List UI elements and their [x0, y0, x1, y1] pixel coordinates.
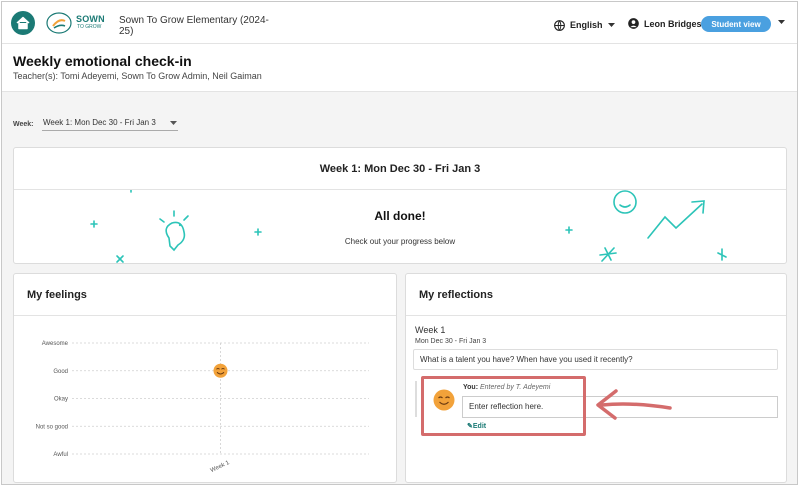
student-view-badge[interactable]: Student view	[701, 16, 771, 32]
reflections-card: My reflections Week 1 Mon Dec 30 - Fri J…	[405, 273, 787, 483]
thread-line	[415, 381, 417, 417]
feelings-card-header: My feelings	[14, 274, 396, 316]
y-tick-label: Awful	[53, 452, 68, 458]
star-icon	[599, 247, 617, 262]
language-label: English	[570, 20, 603, 30]
reflection-dates: Mon Dec 30 - Fri Jan 3	[415, 338, 487, 345]
home-button[interactable]	[11, 11, 35, 35]
app-window: SOWN TO GROW Sown To Grow Elementary (20…	[1, 1, 798, 485]
language-selector[interactable]: English	[554, 18, 615, 32]
chevron-down-icon	[607, 23, 615, 27]
feelings-chart: Awesome Good Okay Not so good Awful Week 1	[36, 341, 369, 474]
week-select[interactable]: Week 1: Mon Dec 30 - Fri Jan 3	[42, 117, 178, 131]
y-tick-label: Not so good	[36, 424, 68, 430]
y-tick-label: Good	[53, 369, 68, 375]
globe-icon	[554, 19, 565, 31]
page-title: Weekly emotional check-in	[13, 53, 192, 69]
progress-subtitle: Check out your progress below	[344, 237, 456, 246]
reflection-question: What is a talent you have? When have you…	[413, 349, 778, 370]
week-label: Week:	[13, 121, 34, 128]
x-tick-label: Week 1	[210, 460, 231, 474]
sparkle-icon	[254, 228, 262, 236]
highlight-box	[421, 376, 586, 436]
top-bar: SOWN TO GROW Sown To Grow Elementary (20…	[2, 2, 797, 45]
reflection-week: Week 1	[415, 325, 446, 335]
chevron-down-icon[interactable]	[778, 20, 785, 24]
pointer-arrow-icon	[596, 389, 672, 420]
reflections-title: My reflections	[419, 289, 493, 301]
feelings-card: My feelings Awesome Good Okay Not so good Aw…	[13, 273, 397, 483]
banner-week-heading: Week 1: Mon Dec 30 - Fri Jan 3	[14, 148, 786, 190]
decorative-doodles	[90, 190, 727, 263]
user-icon	[628, 18, 639, 29]
y-tick-label: Okay	[54, 397, 68, 403]
user-menu[interactable]: Leon Bridges	[628, 18, 702, 29]
all-done-title: All done!	[374, 209, 426, 223]
sparkle-icon	[116, 255, 124, 263]
teacher-list: Teacher(s): Tomi Adeyemi, Sown To Grow A…	[13, 71, 262, 81]
reflections-card-header: My reflections	[406, 274, 786, 316]
feelings-title: My feelings	[27, 289, 87, 301]
user-name: Leon Bridges	[644, 18, 702, 29]
page-header: Weekly emotional check-in Teacher(s): To…	[2, 44, 797, 92]
home-icon	[16, 16, 30, 30]
week-select-value: Week 1: Mon Dec 30 - Fri Jan 3	[43, 118, 156, 127]
sparkle-icon	[565, 226, 573, 234]
data-point-emoji	[213, 363, 228, 378]
y-tick-label: Awesome	[42, 341, 69, 347]
chevron-down-icon	[170, 121, 177, 125]
checkin-banner: Week 1: Mon Dec 30 - Fri Jan 3 All done!	[13, 147, 787, 264]
logo-subtext: TO GROW	[77, 24, 102, 30]
sparkle-icon	[717, 248, 727, 261]
sparkle-icon	[130, 190, 132, 193]
logo-text: SOWN	[76, 14, 105, 24]
smiley-mouth	[619, 204, 631, 208]
school-selector[interactable]: Sown To Grow Elementary (2024-25)	[119, 15, 279, 45]
